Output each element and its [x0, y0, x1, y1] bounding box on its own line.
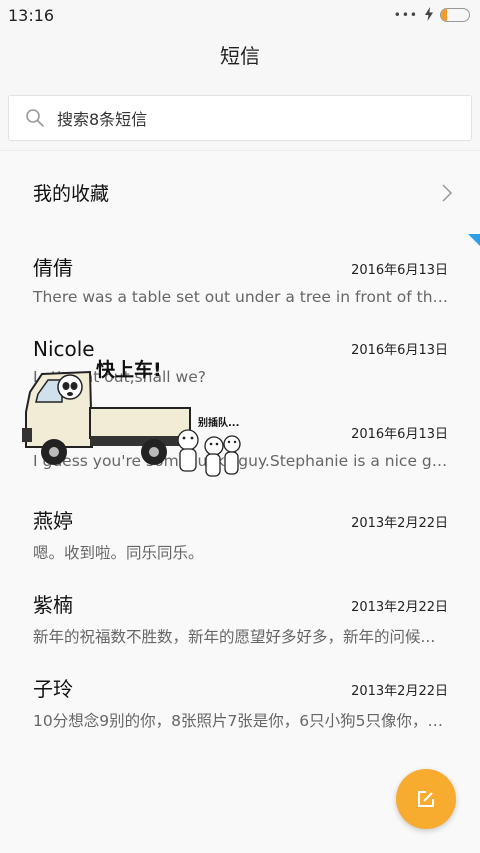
page-title: 短信: [220, 44, 260, 68]
list-item[interactable]: 紫楠 2013年2月22日 新年的祝福数不胜数，新年的愿望好多好多，新年的问候.…: [0, 572, 480, 656]
contact-name: 子玲: [33, 677, 73, 701]
status-bar: 13:16 •••: [0, 0, 480, 30]
message-date: 2013年2月22日: [351, 684, 448, 699]
contact-name: 紫楠: [33, 593, 73, 617]
notification-dots-icon: •••: [393, 8, 418, 22]
message-date: 2016年6月13日: [351, 343, 448, 358]
message-date: 2016年6月13日: [351, 263, 448, 278]
message-preview: 新年的祝福数不胜数，新年的愿望好多好多，新年的问候...: [33, 628, 436, 646]
compose-icon: [415, 788, 437, 810]
contact-name: 倩倩: [33, 256, 73, 280]
message-date: 2013年2月22日: [351, 600, 448, 615]
list-item[interactable]: 燕婷 2013年2月22日 嗯。收到啦。同乐同乐。: [0, 488, 480, 572]
contact-name: 燕婷: [33, 509, 73, 533]
message-date: 2013年2月22日: [351, 516, 448, 531]
sticker-small-caption: 别插队...: [198, 418, 240, 429]
message-date: 2016年6月13日: [351, 427, 448, 442]
compose-button[interactable]: [396, 769, 456, 829]
battery-icon: [440, 8, 470, 22]
status-time: 13:16: [8, 5, 55, 25]
message-preview: 10分想念9别的你，8张照片7张是你，6只小狗5只像你，4...: [33, 712, 449, 730]
contact-name: Andy: [33, 421, 84, 445]
message-preview: I guess you're some lucky guy.Stephanie …: [33, 452, 449, 470]
contact-name: Nicole: [33, 337, 95, 361]
charging-icon: [424, 6, 434, 25]
message-preview: There was a table set out under a tree i…: [33, 288, 449, 306]
list-item[interactable]: 子玲 2013年2月22日 10分想念9别的你，8张照片7张是你，6只小狗5只像…: [0, 656, 480, 740]
chevron-right-icon: [440, 183, 454, 203]
battery-level: [441, 9, 447, 21]
list-item[interactable]: Nicole 2016年6月13日 Let's eat out,shall we…: [0, 320, 480, 404]
message-preview: 嗯。收到啦。同乐同乐。: [33, 544, 204, 562]
favorites-row[interactable]: 我的收藏: [0, 150, 480, 235]
search-placeholder: 搜索8条短信: [57, 110, 148, 129]
list-item[interactable]: 倩倩 2016年6月13日 There was a table set out …: [0, 235, 480, 319]
search-icon: [25, 108, 45, 128]
status-icons: •••: [394, 6, 470, 25]
sticker-caption: 快上车!: [96, 359, 162, 381]
list-item[interactable]: Andy 2016年6月13日 I guess you're some luck…: [0, 404, 480, 488]
favorites-label: 我的收藏: [33, 183, 110, 205]
search-input[interactable]: 搜索8条短信: [8, 95, 472, 141]
